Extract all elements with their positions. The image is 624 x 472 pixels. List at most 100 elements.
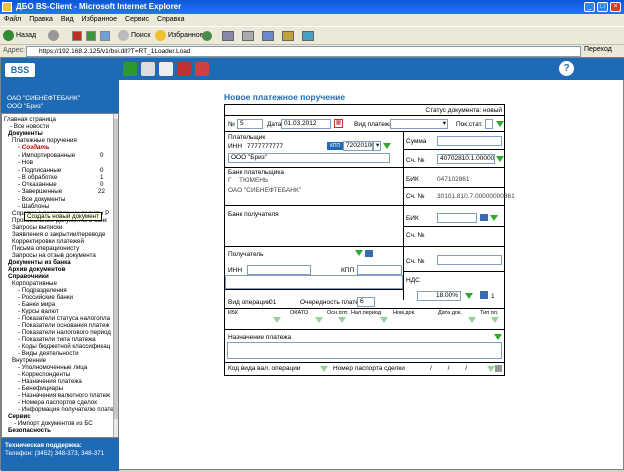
back-button[interactable]: Назад — [3, 29, 36, 42]
recipient-inn-input[interactable] — [247, 265, 311, 275]
recipient-bik-picker-icon[interactable] — [490, 215, 498, 221]
date-input[interactable]: 01.03.2012 — [281, 119, 331, 129]
nav-item[interactable]: - Назначения платежа — [18, 378, 82, 385]
search-button[interactable]: Поиск — [118, 29, 150, 42]
kbk-picker-icon[interactable] — [273, 317, 281, 323]
print-icon[interactable] — [242, 31, 254, 41]
nav-item[interactable]: - Показатели статуса налогопла — [18, 315, 110, 322]
nav-item[interactable]: Письма операционисту — [12, 245, 79, 252]
refresh-icon[interactable] — [86, 31, 96, 41]
nav-item[interactable]: 0 — [100, 152, 103, 159]
nav-item[interactable]: - Бенефициары — [18, 385, 63, 392]
nav-item[interactable]: 0 — [100, 181, 103, 188]
nav-item[interactable]: 1 — [100, 174, 103, 181]
nav-item[interactable]: - Коды бюджетной классификац — [18, 343, 110, 350]
nav-item[interactable]: - Банки мира — [18, 301, 55, 308]
op-type-value[interactable]: 01 — [269, 299, 276, 306]
nav-item[interactable]: - Корреспонденты — [18, 371, 70, 378]
pay-kind-picker-icon[interactable] — [491, 317, 499, 323]
nav-item[interactable]: Документы — [8, 130, 43, 137]
nav-item[interactable]: - Импортированные — [18, 152, 75, 159]
nav-item[interactable]: - Показатели налогового период — [18, 329, 111, 336]
document-icon[interactable] — [159, 62, 173, 76]
doc-date-picker-icon[interactable] — [468, 317, 476, 323]
close-icon[interactable]: × — [610, 2, 621, 12]
recipient-kpp-input[interactable] — [357, 265, 402, 275]
nav-item[interactable]: - Создать — [18, 144, 50, 151]
pay-type-select[interactable]: ▾ — [390, 119, 448, 129]
bank-search-icon[interactable] — [480, 214, 488, 221]
nav-item[interactable]: Корпоративные — [12, 280, 57, 287]
home-icon[interactable] — [100, 31, 110, 41]
nav-item[interactable]: - Назначения валютного платеж — [18, 392, 110, 399]
mail-icon[interactable] — [222, 31, 234, 41]
vat-rate-input[interactable]: 18.00% — [417, 291, 461, 301]
nav-item[interactable]: - Завершенные — [18, 188, 62, 195]
vat-picker-icon[interactable] — [465, 293, 473, 299]
help-icon[interactable]: ? — [559, 61, 574, 76]
okato-picker-icon[interactable] — [315, 317, 323, 323]
nav-item[interactable]: - Подписанные — [18, 167, 61, 174]
stop-icon[interactable] — [72, 31, 82, 41]
nav-item[interactable]: Внутренние — [12, 357, 46, 364]
nav-item[interactable]: - Уполномоченные лица — [18, 364, 87, 371]
passport-picker-icon[interactable] — [487, 366, 495, 372]
number-input[interactable]: 5 — [237, 119, 263, 129]
payer-kpp-value[interactable]: 720201001 — [343, 141, 373, 151]
menu-file[interactable]: Файл — [0, 14, 25, 26]
media-icon[interactable] — [202, 31, 212, 41]
print-doc-icon[interactable] — [177, 62, 191, 76]
forward-button[interactable] — [48, 29, 61, 42]
recipient-name-input[interactable] — [225, 275, 403, 289]
delete-doc-icon[interactable] — [195, 62, 209, 76]
nav-item[interactable]: Справочники — [8, 273, 49, 280]
passport-clear-icon[interactable] — [495, 365, 502, 372]
calendar-icon[interactable]: ▦ — [334, 119, 343, 128]
nav-item[interactable]: Документы из банка — [8, 259, 71, 266]
nav-item[interactable]: Запросы выписки — [12, 224, 62, 231]
save-icon[interactable] — [123, 62, 137, 76]
purpose-input[interactable] — [227, 342, 502, 359]
menu-tools[interactable]: Сервис — [121, 14, 153, 26]
menu-help[interactable]: Справка — [153, 14, 188, 26]
nav-scrollbar-thumb[interactable] — [114, 119, 118, 419]
payer-kpp-dropdown[interactable]: ▾ — [373, 141, 381, 151]
sum-input[interactable] — [437, 136, 502, 146]
nav-item[interactable]: Главная страница — [4, 116, 56, 123]
recipient-bik-input[interactable] — [437, 213, 477, 223]
go-button[interactable]: Переход — [584, 46, 612, 53]
tax-status-picker-icon[interactable] — [496, 121, 504, 127]
menu-view[interactable]: Вид — [57, 14, 78, 26]
nav-item[interactable]: - Показатели основания платеж — [18, 322, 109, 329]
minimize-icon[interactable]: _ — [584, 2, 595, 12]
nav-item[interactable]: Платежные поручения — [12, 137, 77, 144]
priority-select[interactable]: 6 — [357, 297, 375, 307]
copy-icon[interactable] — [141, 62, 155, 76]
nav-item[interactable]: - Курсы валют — [18, 308, 59, 315]
nav-item[interactable]: Безопасность — [8, 427, 51, 434]
nav-item[interactable]: - Нов — [18, 159, 33, 166]
purpose-picker-icon[interactable] — [494, 334, 502, 340]
nav-item[interactable]: Корректировки платежей — [12, 238, 84, 245]
osn-picker-icon[interactable] — [338, 317, 346, 323]
nav-item[interactable]: - Номера паспортов сделок — [18, 399, 97, 406]
maximize-icon[interactable]: □ — [597, 2, 608, 12]
nav-item[interactable]: - Российские банки — [18, 294, 73, 301]
tax-status-input[interactable] — [485, 119, 493, 129]
address-input[interactable]: https://192.168.2.125/v1/bsi.dll?T=RT_1L… — [26, 46, 581, 57]
payer-picker-icon[interactable] — [383, 143, 391, 149]
nav-item[interactable]: - В обработке — [18, 174, 57, 181]
payer-account-select[interactable]: 40702810.1.00000000000 — [437, 154, 495, 164]
period-picker-icon[interactable] — [380, 317, 388, 323]
nav-item[interactable]: Архив документов — [8, 266, 65, 273]
menu-favorites[interactable]: Избранное — [78, 14, 121, 26]
vat-calc-icon[interactable] — [480, 291, 488, 299]
nav-item[interactable]: - Импорт документов из БС — [14, 420, 93, 427]
messenger-icon[interactable] — [302, 31, 314, 41]
recipient-account-input[interactable] — [437, 255, 502, 265]
nav-item[interactable]: Запросы на отзыв документа — [12, 252, 96, 259]
recipient-picker-icon[interactable] — [355, 250, 363, 256]
recipient-search-icon[interactable] — [365, 250, 373, 257]
currency-op-picker-icon[interactable] — [320, 366, 328, 372]
nav-item[interactable]: - Виды деятельности — [18, 350, 79, 357]
